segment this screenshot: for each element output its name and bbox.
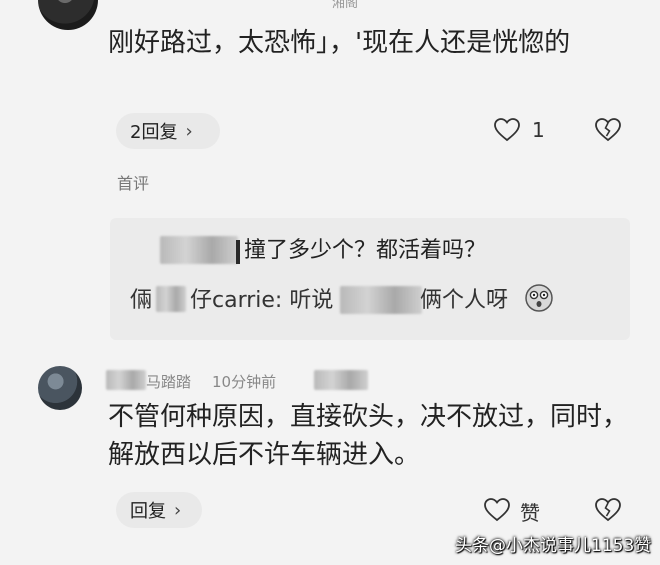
chevron-right-icon: ›	[174, 499, 182, 521]
comment-author[interactable]: 马踏踏	[146, 371, 191, 392]
blurred-username	[160, 236, 238, 264]
watermark: 头条@小杰说事儿1153赞	[455, 536, 652, 556]
heart-icon[interactable]	[494, 118, 520, 142]
blurred-username	[106, 370, 146, 390]
reply-button-label: 2回复	[130, 122, 178, 143]
blurred-text	[314, 370, 368, 390]
comment-author-cut: 湘阁	[332, 0, 359, 11]
redaction-mark	[236, 240, 240, 264]
reply-preview-text: 俩个人呀	[420, 288, 509, 313]
like-label: 赞	[520, 501, 540, 525]
first-comment-tag: 首评	[117, 174, 150, 193]
comment-text: 不管何种原因，直接砍头，决不放过，同时，解放西以后不许车辆进入。	[108, 402, 629, 470]
heart-icon[interactable]	[484, 498, 510, 522]
reply-preview-name-prefix: 倆	[130, 288, 153, 313]
broken-heart-icon[interactable]	[595, 498, 621, 522]
reply-button[interactable]: 2回复 ›	[116, 113, 220, 149]
like-count: 1	[532, 118, 545, 142]
comment-text: 刚好路过，太恐怖」，'现在人还是恍惚的	[108, 28, 571, 58]
chevron-right-icon: ›	[185, 120, 193, 142]
comment-time: 10分钟前	[212, 373, 277, 391]
reply-preview-name: 仔carrie: 听说	[190, 288, 334, 313]
reply-preview-line: 撞了多少个？都活着吗？	[244, 238, 487, 263]
avatar[interactable]	[38, 366, 82, 410]
blurred-text	[340, 286, 422, 314]
blurred-username	[156, 286, 186, 312]
avatar[interactable]	[38, 0, 98, 30]
shocked-face-emoji-icon	[525, 284, 553, 312]
reply-button[interactable]: 回复 ›	[116, 492, 202, 528]
reply-button-label: 回复	[130, 501, 166, 522]
broken-heart-icon[interactable]	[595, 118, 621, 142]
